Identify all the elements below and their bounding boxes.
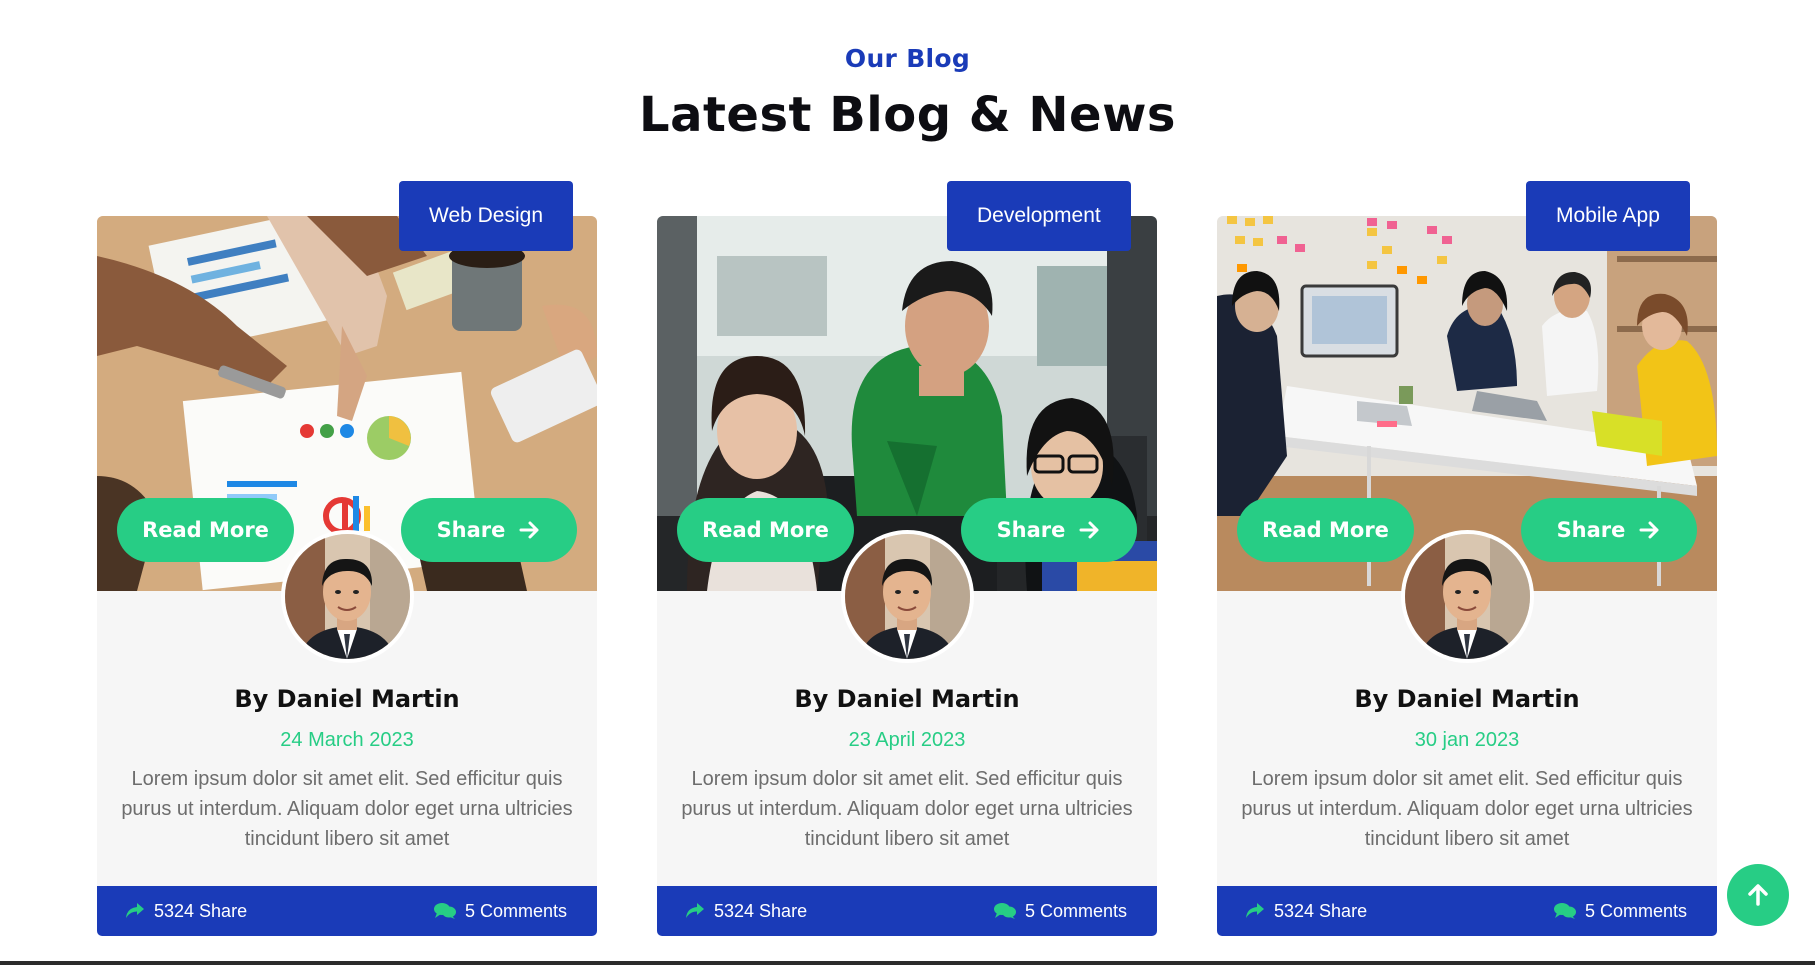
comments-count[interactable]: 5 Comments [993,900,1127,922]
arrow-right-icon [1639,521,1659,539]
post-excerpt: Lorem ipsum dolor sit amet elit. Sed eff… [1241,768,1693,850]
post-excerpt: Lorem ipsum dolor sit amet elit. Sed eff… [681,768,1133,850]
author-avatar[interactable] [281,530,414,663]
share-label: Share [1556,518,1626,542]
blog-section-header: Our Blog Latest Blog & News [0,44,1815,143]
read-more-button[interactable]: Read More [1237,498,1414,562]
comments-count[interactable]: 5 Comments [1553,900,1687,922]
share-button[interactable]: Share [961,498,1137,562]
arrow-right-icon [519,521,539,539]
share-count-label: 5324 Share [714,900,808,921]
share-count-label: 5324 Share [1274,900,1368,921]
category-tag[interactable]: Web Design [399,181,574,251]
card-footer: 5324 Share 5 Comments [1217,886,1717,936]
arrow-right-icon [1079,521,1099,539]
comments-icon [1553,903,1576,919]
share-forward-icon [686,903,704,918]
author-name: By Daniel Martin [1354,685,1580,713]
share-count[interactable]: 5324 Share [685,901,807,922]
comments-count[interactable]: 5 Comments [433,900,567,922]
card-footer: 5324 Share 5 Comments [657,886,1157,936]
share-label: Share [436,518,506,542]
comments-count-label: 5 Comments [1584,900,1687,921]
comments-icon [433,903,456,919]
category-tag[interactable]: Development [947,181,1131,251]
share-button[interactable]: Share [401,498,577,562]
read-more-button[interactable]: Read More [117,498,294,562]
share-count[interactable]: 5324 Share [125,901,247,922]
post-date: 30 jan 2023 [1414,729,1520,751]
post-date: 23 April 2023 [848,729,966,751]
share-forward-icon [126,903,144,918]
share-label: Share [996,518,1066,542]
share-forward-icon [1246,903,1264,918]
comments-icon [993,903,1016,919]
blog-card: Mobile App Read More Share By Daniel Mar… [1217,181,1717,936]
share-count[interactable]: 5324 Share [1245,901,1367,922]
post-excerpt: Lorem ipsum dolor sit amet elit. Sed eff… [121,768,573,850]
share-count-label: 5324 Share [154,900,248,921]
arrow-up-icon [1748,884,1768,906]
blog-card: Development Read More Share By Daniel Ma… [657,181,1157,936]
blog-card: Web Design Read More Share By Daniel Mar… [97,181,597,936]
scroll-to-top-button[interactable] [1727,864,1789,926]
comments-count-label: 5 Comments [1024,900,1127,921]
comments-count-label: 5 Comments [464,900,567,921]
card-footer: 5324 Share 5 Comments [97,886,597,936]
author-name: By Daniel Martin [794,685,1020,713]
category-tag[interactable]: Mobile App [1526,181,1690,251]
page-bottom-divider [0,961,1815,965]
author-name: By Daniel Martin [234,685,460,713]
section-eyebrow: Our Blog [844,44,971,73]
post-date: 24 March 2023 [280,729,414,751]
author-avatar[interactable] [1401,530,1534,663]
share-button[interactable]: Share [1521,498,1697,562]
read-more-button[interactable]: Read More [677,498,854,562]
section-title: Latest Blog & News [639,87,1176,143]
author-avatar[interactable] [841,530,974,663]
